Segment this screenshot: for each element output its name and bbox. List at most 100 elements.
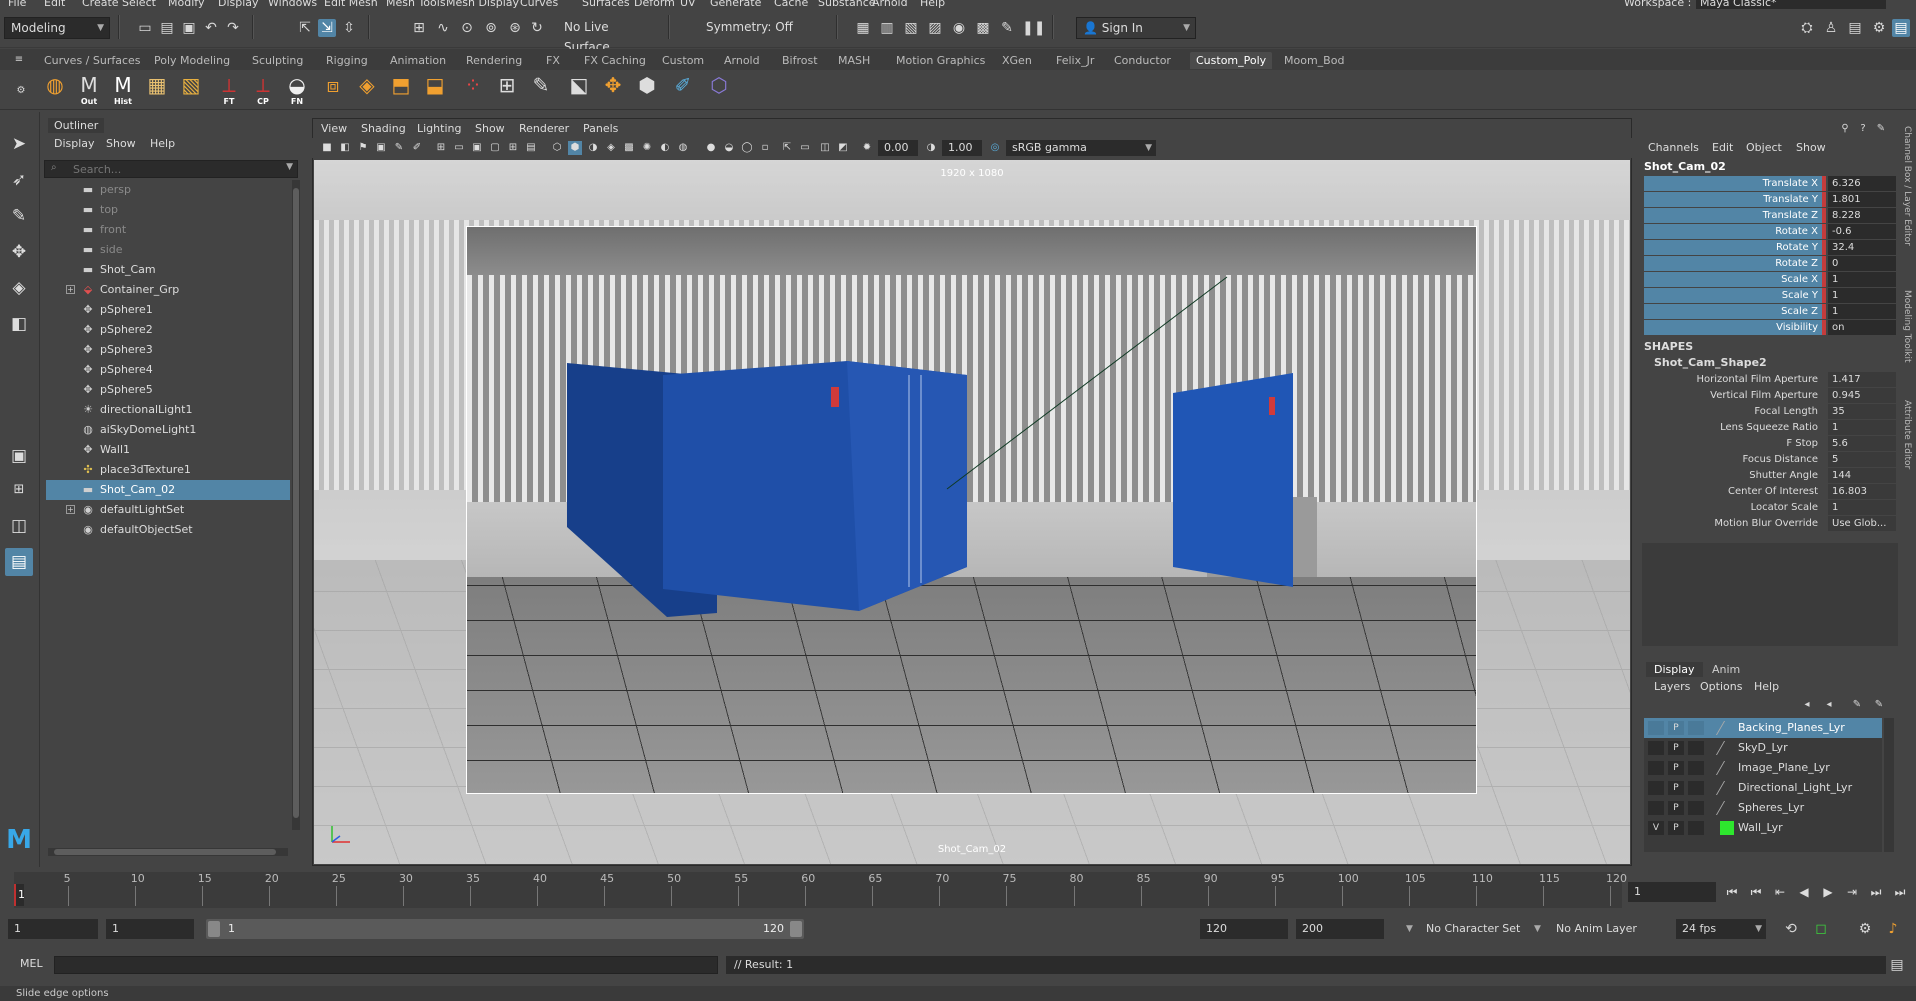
outliner-menu-help[interactable]: Help <box>150 137 175 150</box>
outliner-search[interactable]: ⌕ ▼ <box>44 160 298 178</box>
undo-icon[interactable]: ↶ <box>202 19 220 37</box>
attribute-editor-icon[interactable]: ▤ <box>1846 19 1864 37</box>
redo-icon[interactable]: ↷ <box>224 19 242 37</box>
layer-playback-toggle[interactable]: P <box>1668 781 1684 795</box>
outliner-item[interactable]: ☀ directionalLight1 <box>46 400 290 420</box>
step-forward-frame-icon[interactable]: ⇥ <box>1842 882 1862 902</box>
motion-blur-icon[interactable]: ● <box>704 141 718 155</box>
gamma-icon[interactable]: ◑ <box>924 141 938 155</box>
layer-menu-help[interactable]: Help <box>1754 680 1779 693</box>
exposure-field[interactable]: 0.00 <box>878 140 918 156</box>
shelf-tab-motion-graphics[interactable]: Motion Graphics <box>890 52 991 69</box>
channel-box-edit-icon[interactable]: ✎ <box>1874 120 1888 134</box>
layer-visibility-toggle[interactable]: V <box>1648 821 1664 835</box>
layer-visibility-toggle[interactable] <box>1648 761 1664 775</box>
layer-tab-anim[interactable]: Anim <box>1704 662 1748 677</box>
bevel-icon[interactable]: ⬕ <box>564 73 594 105</box>
workspace-dropdown[interactable]: Maya Classic* <box>1696 0 1886 9</box>
shape-attribute-value[interactable]: 5.6 <box>1828 436 1896 451</box>
go-to-end-icon[interactable]: ⏭ <box>1890 882 1910 902</box>
gate-mask-icon[interactable]: ▢ <box>488 141 502 155</box>
outliner-item[interactable]: ▬ front <box>46 220 290 240</box>
menu-cache[interactable]: Cache <box>774 0 808 9</box>
outliner-item[interactable]: ▬ Shot_Cam <box>46 260 290 280</box>
shape-attribute-row[interactable]: Horizontal Film Aperture 1.417 <box>1644 372 1896 387</box>
outliner-item[interactable]: ✥ pSphere2 <box>46 320 290 340</box>
character-controls-icon[interactable]: ♙ <box>1822 19 1840 37</box>
menu-modify[interactable]: Modify <box>168 0 204 9</box>
viewport-menu-lighting[interactable]: Lighting <box>417 122 461 135</box>
sphere-tool-icon[interactable]: ◍ <box>40 73 70 105</box>
menu-surfaces[interactable]: Surfaces <box>582 0 630 9</box>
use-all-lights-icon[interactable]: ✺ <box>640 141 654 155</box>
shape-attribute-row[interactable]: Focal Length 35 <box>1644 404 1896 419</box>
menu-uv[interactable]: UV <box>680 0 696 9</box>
outliner-item[interactable]: + ⬙ Container_Grp <box>46 280 290 300</box>
shape-attribute-label[interactable]: Locator Scale <box>1644 500 1822 515</box>
shape-attribute-value[interactable]: 144 <box>1828 468 1896 483</box>
menu-curves[interactable]: Curves <box>520 0 558 9</box>
channel-label[interactable]: Rotate X <box>1644 224 1822 239</box>
shape-attribute-row[interactable]: Vertical Film Aperture 0.945 <box>1644 388 1896 403</box>
shape-attribute-label[interactable]: Horizontal Film Aperture <box>1644 372 1822 387</box>
layer-menu-layers[interactable]: Layers <box>1654 680 1690 693</box>
insert-edge-loop-icon[interactable]: ✎ <box>526 73 556 105</box>
new-layer-selected-icon[interactable]: ✎ <box>1872 696 1886 710</box>
layer-type-toggle[interactable] <box>1688 781 1704 795</box>
shelf-tab-sculpting[interactable]: Sculpting <box>246 52 309 69</box>
move-layer-down-icon[interactable]: ◂ <box>1822 696 1836 710</box>
two-pane-layout-icon[interactable]: ◫ <box>5 512 33 540</box>
ipr-render-icon[interactable]: ▧ <box>902 19 920 37</box>
search-options-icon[interactable]: ⌕ <box>51 162 57 173</box>
render-view-icon[interactable]: ▩ <box>974 19 992 37</box>
outliner-item[interactable]: ◍ aiSkyDomeLight1 <box>46 420 290 440</box>
channel-box-menu-show[interactable]: Show <box>1796 141 1826 154</box>
move-tool-icon[interactable]: ✥ <box>5 238 33 266</box>
xray-joints-icon[interactable]: ▭ <box>798 141 812 155</box>
layer-playback-toggle[interactable]: P <box>1668 741 1684 755</box>
shape-attribute-row[interactable]: Center Of Interest 16.803 <box>1644 484 1896 499</box>
multisample-icon[interactable]: ◒ <box>722 141 736 155</box>
outliner-item[interactable]: ✥ pSphere1 <box>46 300 290 320</box>
layer-color-swatch[interactable] <box>1715 781 1739 795</box>
outliner-item[interactable]: ✥ pSphere3 <box>46 340 290 360</box>
channel-label[interactable]: Translate Y <box>1644 192 1822 207</box>
layer-visibility-toggle[interactable] <box>1648 801 1664 815</box>
channel-row[interactable]: Scale X 1 <box>1644 272 1896 287</box>
character-set-dropdown[interactable]: No Character Set <box>1426 919 1520 939</box>
channel-label[interactable]: Scale Z <box>1644 304 1822 319</box>
select-component-icon[interactable]: ⇳ <box>340 19 358 37</box>
layer-visibility-toggle[interactable] <box>1648 721 1664 735</box>
camera-attributes-icon[interactable]: ◧ <box>338 141 352 155</box>
layer-visibility-toggle[interactable] <box>1648 781 1664 795</box>
outliner-item[interactable]: ▬ persp <box>46 180 290 200</box>
snap-view-icon[interactable]: ⊚ <box>482 19 500 37</box>
menu-deform[interactable]: Deform <box>634 0 675 9</box>
shape-attribute-row[interactable]: Shutter Angle 144 <box>1644 468 1896 483</box>
mel-input[interactable] <box>54 956 718 974</box>
channel-label[interactable]: Scale X <box>1644 272 1822 287</box>
multi-cut-icon[interactable]: ⊞ <box>492 73 522 105</box>
mel-label[interactable]: MEL <box>20 957 43 970</box>
outliner-menu-display[interactable]: Display <box>54 137 95 150</box>
snap-surface-icon[interactable]: ⊛ <box>506 19 524 37</box>
range-slider[interactable]: 1 120 <box>206 919 804 939</box>
layer-color-swatch[interactable] <box>1715 741 1739 755</box>
menu-select[interactable]: Select <box>122 0 156 9</box>
shape-attribute-value[interactable]: 0.945 <box>1828 388 1896 403</box>
viewport-menu-show[interactable]: Show <box>475 122 505 135</box>
animation-end-field[interactable]: 200 <box>1296 919 1384 939</box>
go-to-start-icon[interactable]: ⏮ <box>1722 882 1742 902</box>
shape-attribute-label[interactable]: Focus Distance <box>1644 452 1822 467</box>
two-d-pan-icon[interactable]: ✎ <box>392 141 406 155</box>
channel-row[interactable]: Rotate Y 32.4 <box>1644 240 1896 255</box>
channel-row[interactable]: Translate Z 8.228 <box>1644 208 1896 223</box>
shape-attribute-label[interactable]: Motion Blur Override <box>1644 516 1822 531</box>
channel-row[interactable]: Translate Y 1.801 <box>1644 192 1896 207</box>
expand-icon[interactable]: + <box>66 285 75 294</box>
history-shelf-icon[interactable]: M Hist <box>108 73 138 106</box>
range-end-handle[interactable] <box>790 921 802 937</box>
snap-point-icon[interactable]: ⊙ <box>458 19 476 37</box>
menu-generate[interactable]: Generate <box>710 0 761 9</box>
layer-type-toggle[interactable] <box>1688 801 1704 815</box>
